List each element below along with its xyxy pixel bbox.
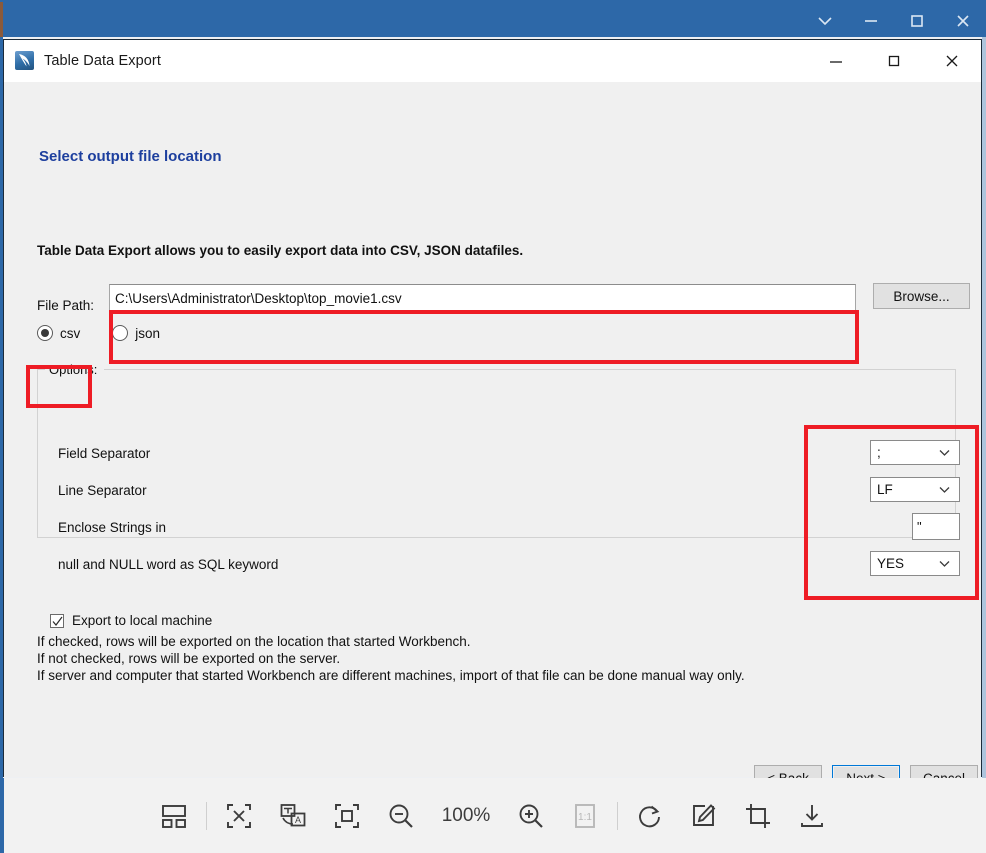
chevron-down-icon xyxy=(938,446,959,459)
crop-icon[interactable] xyxy=(731,788,785,844)
dialog-titlebar: Table Data Export xyxy=(4,40,981,82)
app-root: Table Data Export Select output file loc… xyxy=(0,0,986,853)
download-icon[interactable] xyxy=(785,788,839,844)
annotation-file-path xyxy=(109,310,859,364)
close-icon[interactable] xyxy=(940,2,986,39)
radio-dot-icon xyxy=(37,325,53,341)
ocr-text-icon[interactable] xyxy=(212,788,266,844)
outer-window-right-strip xyxy=(982,37,986,778)
line-separator-label: Line Separator xyxy=(58,483,147,498)
svg-text:1:1: 1:1 xyxy=(578,812,592,823)
export-local-label: Export to local machine xyxy=(72,613,213,628)
minimize-icon[interactable] xyxy=(807,40,865,81)
note-line-3: If server and computer that started Work… xyxy=(37,668,745,683)
annotate-icon[interactable] xyxy=(677,788,731,844)
layout-grid-icon[interactable] xyxy=(147,788,201,844)
browse-button[interactable]: Browse... xyxy=(873,283,970,309)
chevron-down-icon xyxy=(938,483,959,496)
minimize-icon[interactable] xyxy=(848,2,894,39)
options-legend: Options: xyxy=(45,362,102,377)
radio-csv[interactable]: csv xyxy=(37,325,80,341)
radio-json-label: json xyxy=(135,325,161,341)
note-line-2: If not checked, rows will be exported on… xyxy=(37,651,341,666)
toolbar-separator xyxy=(206,801,207,830)
file-path-label: File Path: xyxy=(37,298,95,313)
zoom-in-icon[interactable] xyxy=(504,788,558,844)
svg-text:A: A xyxy=(295,815,301,825)
export-local-checkbox[interactable]: Export to local machine xyxy=(50,613,212,628)
options-groupbox xyxy=(37,369,956,538)
field-separator-select[interactable]: ; xyxy=(870,440,960,465)
maximize-icon[interactable] xyxy=(894,2,940,39)
page-title: Select output file location xyxy=(39,148,222,165)
line-separator-value: LF xyxy=(877,482,893,497)
table-data-export-dialog: Table Data Export Select output file loc… xyxy=(3,39,982,792)
null-sql-keyword-label: null and NULL word as SQL keyword xyxy=(58,557,279,572)
radio-dot-icon xyxy=(112,325,129,341)
dialog-title: Table Data Export xyxy=(44,52,161,69)
enclose-strings-label: Enclose Strings in xyxy=(58,520,167,535)
line-separator-select[interactable]: LF xyxy=(870,477,960,502)
intro-description: Table Data Export allows you to easily e… xyxy=(37,243,524,258)
translate-icon[interactable]: A xyxy=(266,788,320,844)
chevron-down-icon xyxy=(938,557,959,570)
actual-size-icon[interactable]: 1:1 xyxy=(558,788,612,844)
close-icon[interactable] xyxy=(923,40,981,81)
outer-window-controls xyxy=(802,2,986,39)
null-sql-keyword-select[interactable]: YES xyxy=(870,551,960,576)
maximize-icon[interactable] xyxy=(865,40,923,81)
field-separator-label: Field Separator xyxy=(58,446,151,461)
format-radio-group: csv json xyxy=(37,325,192,341)
field-separator-value: ; xyxy=(877,445,881,460)
toolbar-separator xyxy=(617,801,618,830)
checkmark-icon xyxy=(50,613,64,628)
fit-to-frame-icon[interactable] xyxy=(320,788,374,844)
dialog-window-controls xyxy=(807,40,981,81)
radio-json[interactable]: json xyxy=(112,325,160,341)
null-sql-keyword-value: YES xyxy=(877,556,905,571)
outer-window-titlebar xyxy=(0,0,986,39)
chevron-down-icon[interactable] xyxy=(802,2,848,39)
bottom-toolbar: A 100% 1:1 xyxy=(0,778,986,853)
toolbar-left-edge xyxy=(0,778,4,853)
zoom-out-icon[interactable] xyxy=(374,788,428,844)
enclose-strings-input[interactable] xyxy=(912,513,960,540)
workbench-dolphin-icon xyxy=(15,51,34,70)
file-path-input[interactable] xyxy=(109,284,856,312)
radio-csv-label: csv xyxy=(60,325,81,341)
note-line-1: If checked, rows will be exported on the… xyxy=(37,634,471,649)
zoom-level-label: 100% xyxy=(441,804,491,826)
window-left-edge xyxy=(0,2,3,39)
rotate-right-icon[interactable] xyxy=(623,788,677,844)
dialog-body: Select output file location Table Data E… xyxy=(4,82,981,792)
